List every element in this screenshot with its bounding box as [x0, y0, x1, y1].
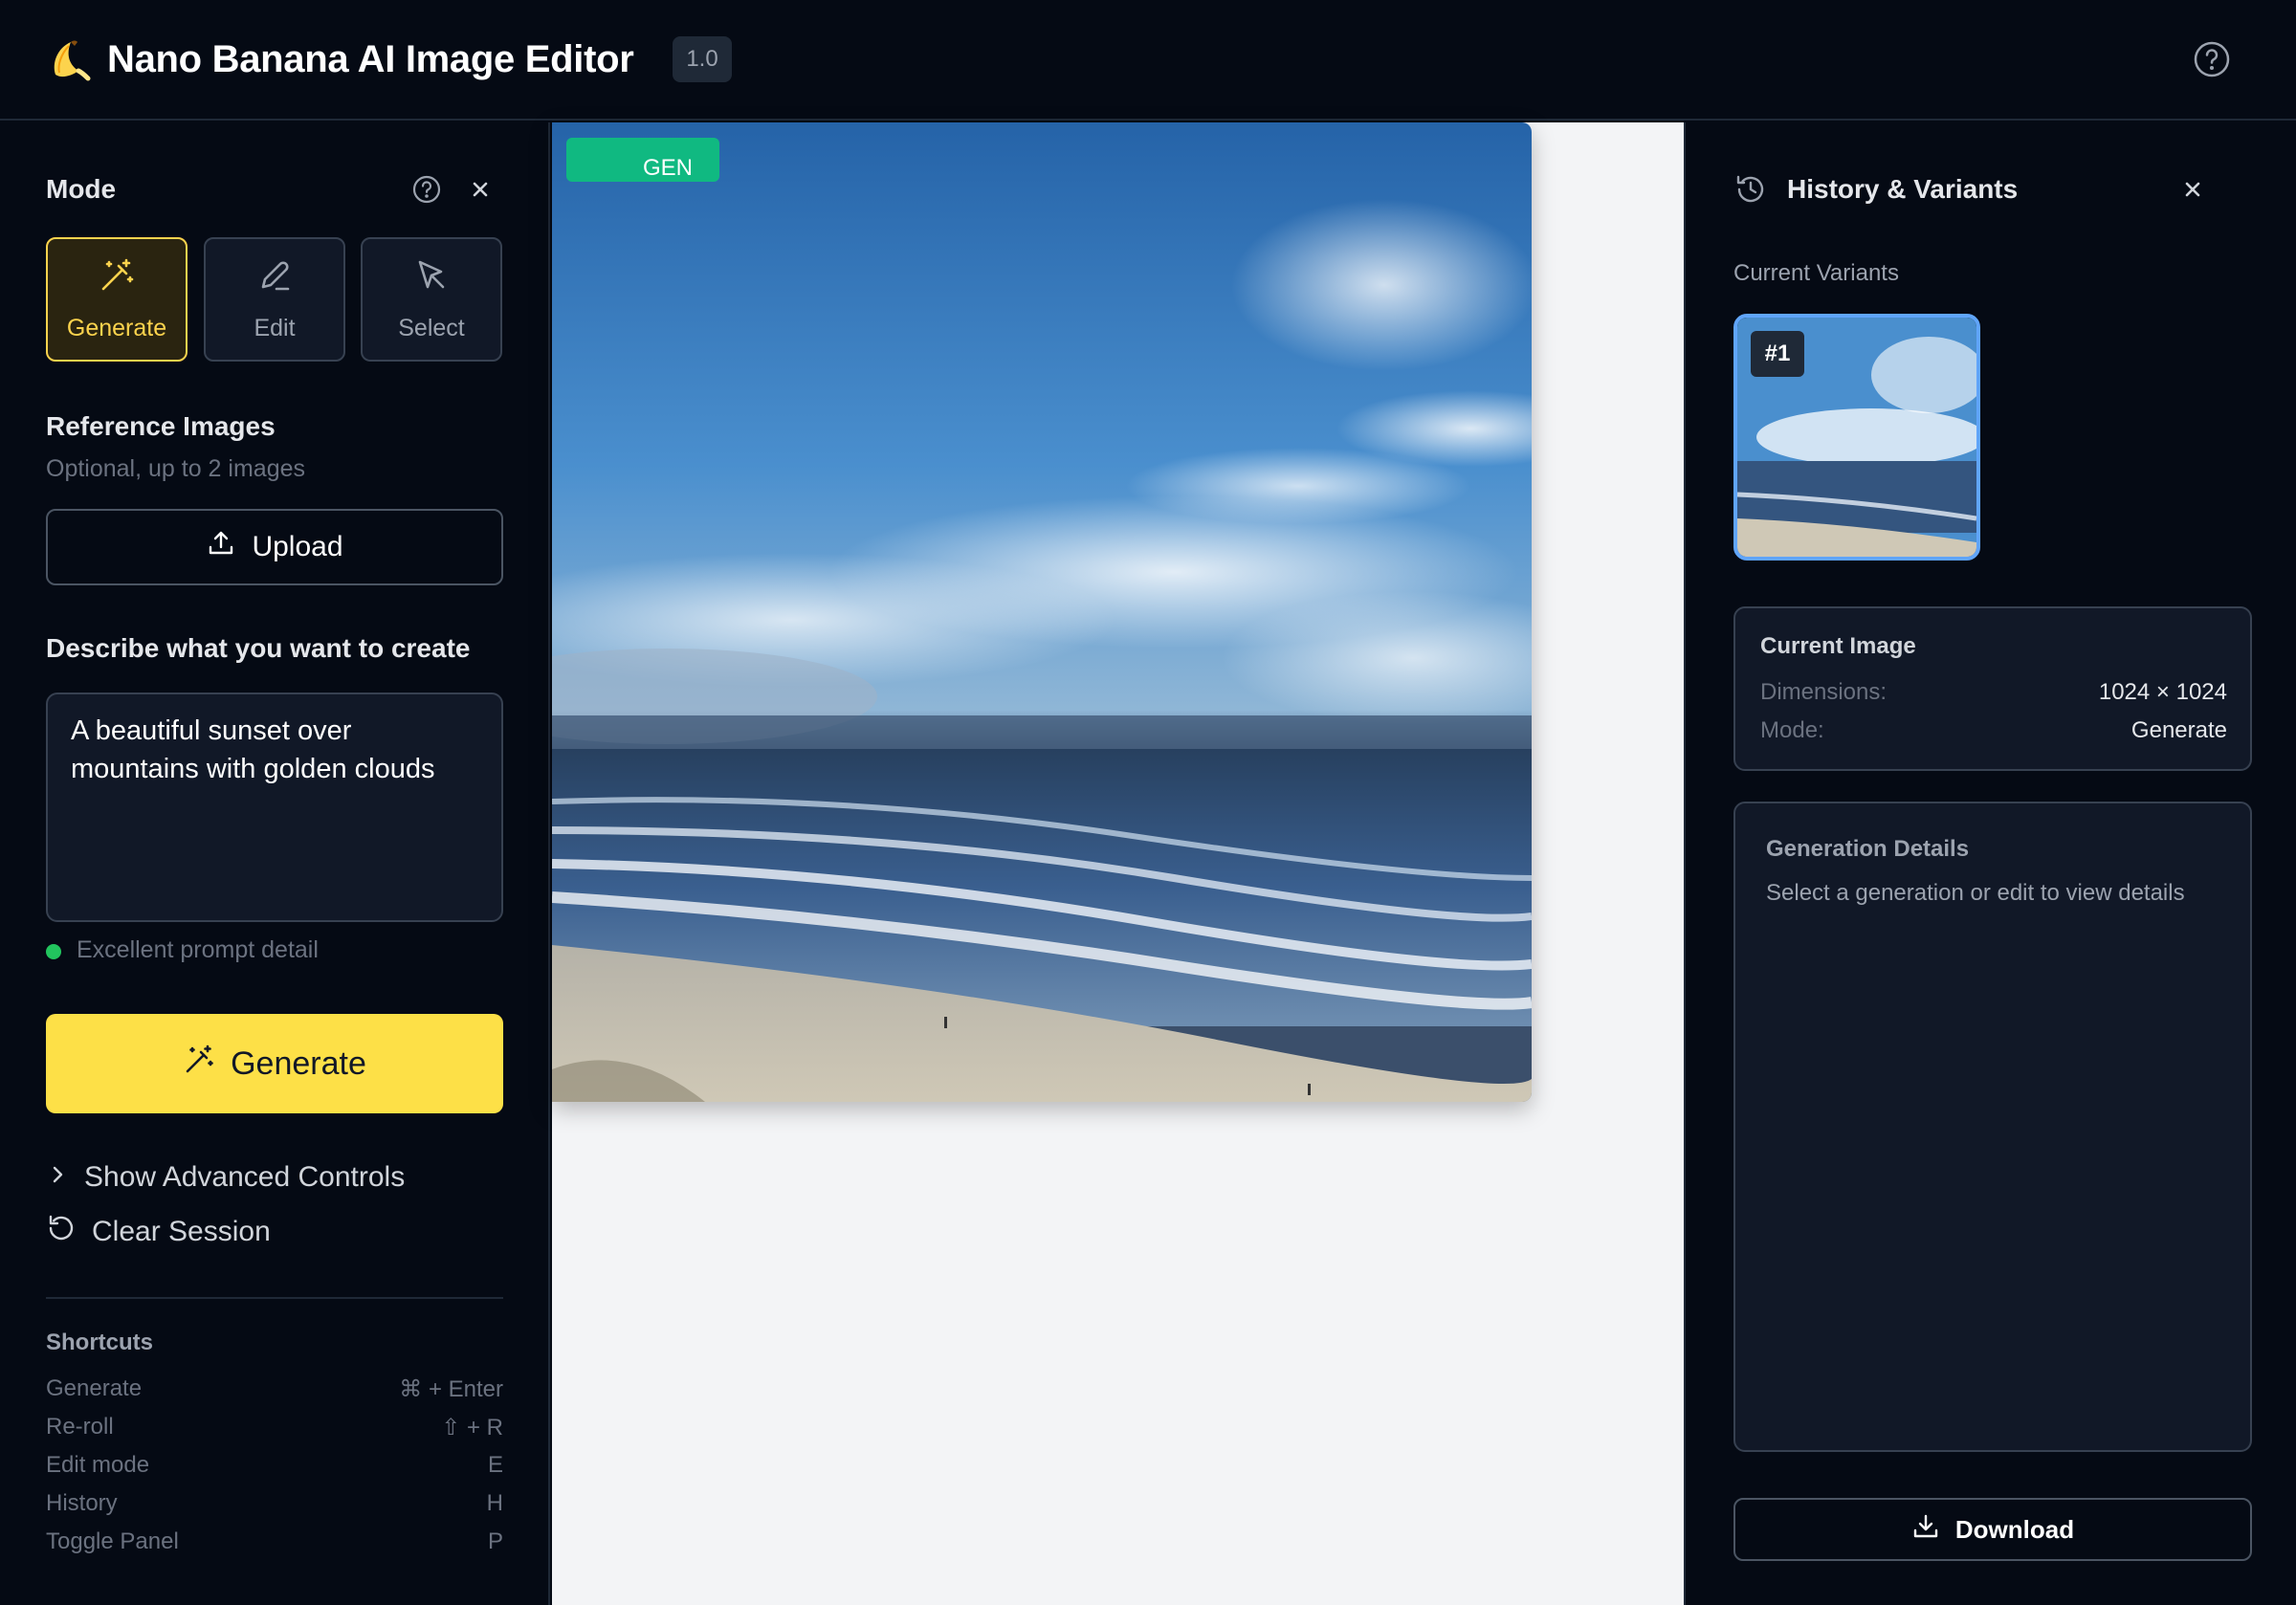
reference-images-heading: Reference Images — [46, 411, 276, 441]
prompt-quality-indicator — [46, 944, 61, 959]
history-icon — [1733, 172, 1768, 207]
shortcuts-heading: Shortcuts — [46, 1330, 154, 1355]
variant-thumbnail[interactable]: #1 — [1733, 314, 1980, 561]
mode-label: Edit — [254, 315, 296, 341]
shortcut-row: History H — [46, 1490, 503, 1517]
mode-row: Mode: Generate — [1760, 717, 2227, 744]
download-button[interactable]: Download — [1733, 1498, 2252, 1561]
magic-wand-icon — [183, 1044, 215, 1085]
magic-wand-icon — [98, 256, 136, 301]
shortcut-keys: E — [487, 1452, 503, 1478]
advanced-controls-label: Show Advanced Controls — [84, 1161, 406, 1193]
generate-label: Generate — [231, 1044, 366, 1082]
pencil-icon — [255, 256, 294, 301]
shortcut-row: Edit mode E — [46, 1452, 503, 1479]
generated-image[interactable]: GEN — [552, 122, 1532, 1102]
mode-label: Select — [398, 315, 465, 341]
left-control-panel: Mode Generate Edit Select Reference Imag… — [0, 122, 550, 1605]
mode-value: Generate — [2130, 717, 2227, 743]
generation-type-badge: GEN — [566, 138, 719, 182]
close-icon[interactable] — [2181, 178, 2204, 201]
prompt-textarea[interactable]: A beautiful sunset over mountains with g… — [46, 693, 503, 922]
banana-icon — [46, 34, 94, 82]
history-panel: History & Variants Current Variants #1 C… — [1684, 122, 2296, 1605]
shortcut-keys: P — [487, 1528, 503, 1554]
generate-button[interactable]: Generate — [46, 1014, 503, 1113]
shortcut-action: Edit mode — [46, 1452, 150, 1478]
generation-details-heading: Generation Details — [1766, 836, 1970, 862]
clear-session-button[interactable]: Clear Session — [46, 1213, 271, 1251]
shortcut-keys: ⇧ + R — [441, 1415, 503, 1440]
cursor-icon — [412, 256, 451, 301]
dimensions-row: Dimensions: 1024 × 1024 — [1760, 679, 2227, 706]
mode-heading: Mode — [46, 174, 117, 204]
generation-details-text: Select a generation or edit to view deta… — [1766, 880, 2185, 906]
shortcut-action: Toggle Panel — [46, 1528, 179, 1554]
image-canvas[interactable]: GEN — [552, 122, 1684, 1605]
current-image-card: Current Image Dimensions: 1024 × 1024 Mo… — [1733, 606, 2252, 771]
shortcut-action: Generate — [46, 1375, 143, 1401]
chevron-right-icon — [46, 1161, 69, 1194]
shortcut-keys: H — [486, 1490, 503, 1516]
reference-images-subtitle: Optional, up to 2 images — [46, 455, 305, 482]
prompt-quality-text: Excellent prompt detail — [77, 936, 319, 963]
divider — [46, 1297, 503, 1299]
prompt-heading: Describe what you want to create — [46, 633, 471, 663]
refresh-icon — [46, 1213, 77, 1251]
dimensions-label: Dimensions: — [1760, 679, 1888, 705]
mode-label: Mode: — [1760, 717, 1824, 743]
help-circle-icon[interactable] — [2193, 40, 2231, 78]
shortcut-action: History — [46, 1490, 118, 1516]
variants-heading: Current Variants — [1733, 260, 1899, 286]
generation-details-card: Generation Details Select a generation o… — [1733, 802, 2252, 1452]
download-label: Download — [1954, 1514, 2075, 1544]
upload-icon — [206, 528, 236, 566]
shortcut-row: Toggle Panel P — [46, 1528, 503, 1555]
variant-number-badge: #1 — [1751, 331, 1804, 377]
version-badge: 1.0 — [673, 36, 732, 82]
mode-select-button[interactable]: Select — [361, 237, 502, 362]
show-advanced-controls[interactable]: Show Advanced Controls — [46, 1161, 405, 1194]
shortcut-row: Re-roll ⇧ + R — [46, 1414, 503, 1441]
close-panel-icon[interactable] — [469, 178, 492, 201]
upload-button[interactable]: Upload — [46, 509, 503, 585]
current-image-heading: Current Image — [1760, 633, 1916, 659]
shortcut-action: Re-roll — [46, 1414, 114, 1440]
shortcut-row: Generate ⌘ + Enter — [46, 1375, 503, 1403]
mode-label: Generate — [66, 315, 167, 341]
upload-label: Upload — [252, 531, 343, 562]
app-title: Nano Banana AI Image Editor — [107, 38, 634, 80]
history-title: History & Variants — [1787, 174, 2019, 204]
mode-edit-button[interactable]: Edit — [204, 237, 345, 362]
shortcut-keys: ⌘ + Enter — [399, 1376, 503, 1402]
mode-help-icon[interactable] — [411, 174, 442, 205]
mode-generate-button[interactable]: Generate — [46, 237, 188, 362]
download-icon — [1911, 1512, 1940, 1548]
app-header: Nano Banana AI Image Editor 1.0 — [0, 0, 2296, 121]
dimensions-value: 1024 × 1024 — [2098, 679, 2227, 705]
clear-session-label: Clear Session — [92, 1216, 271, 1247]
